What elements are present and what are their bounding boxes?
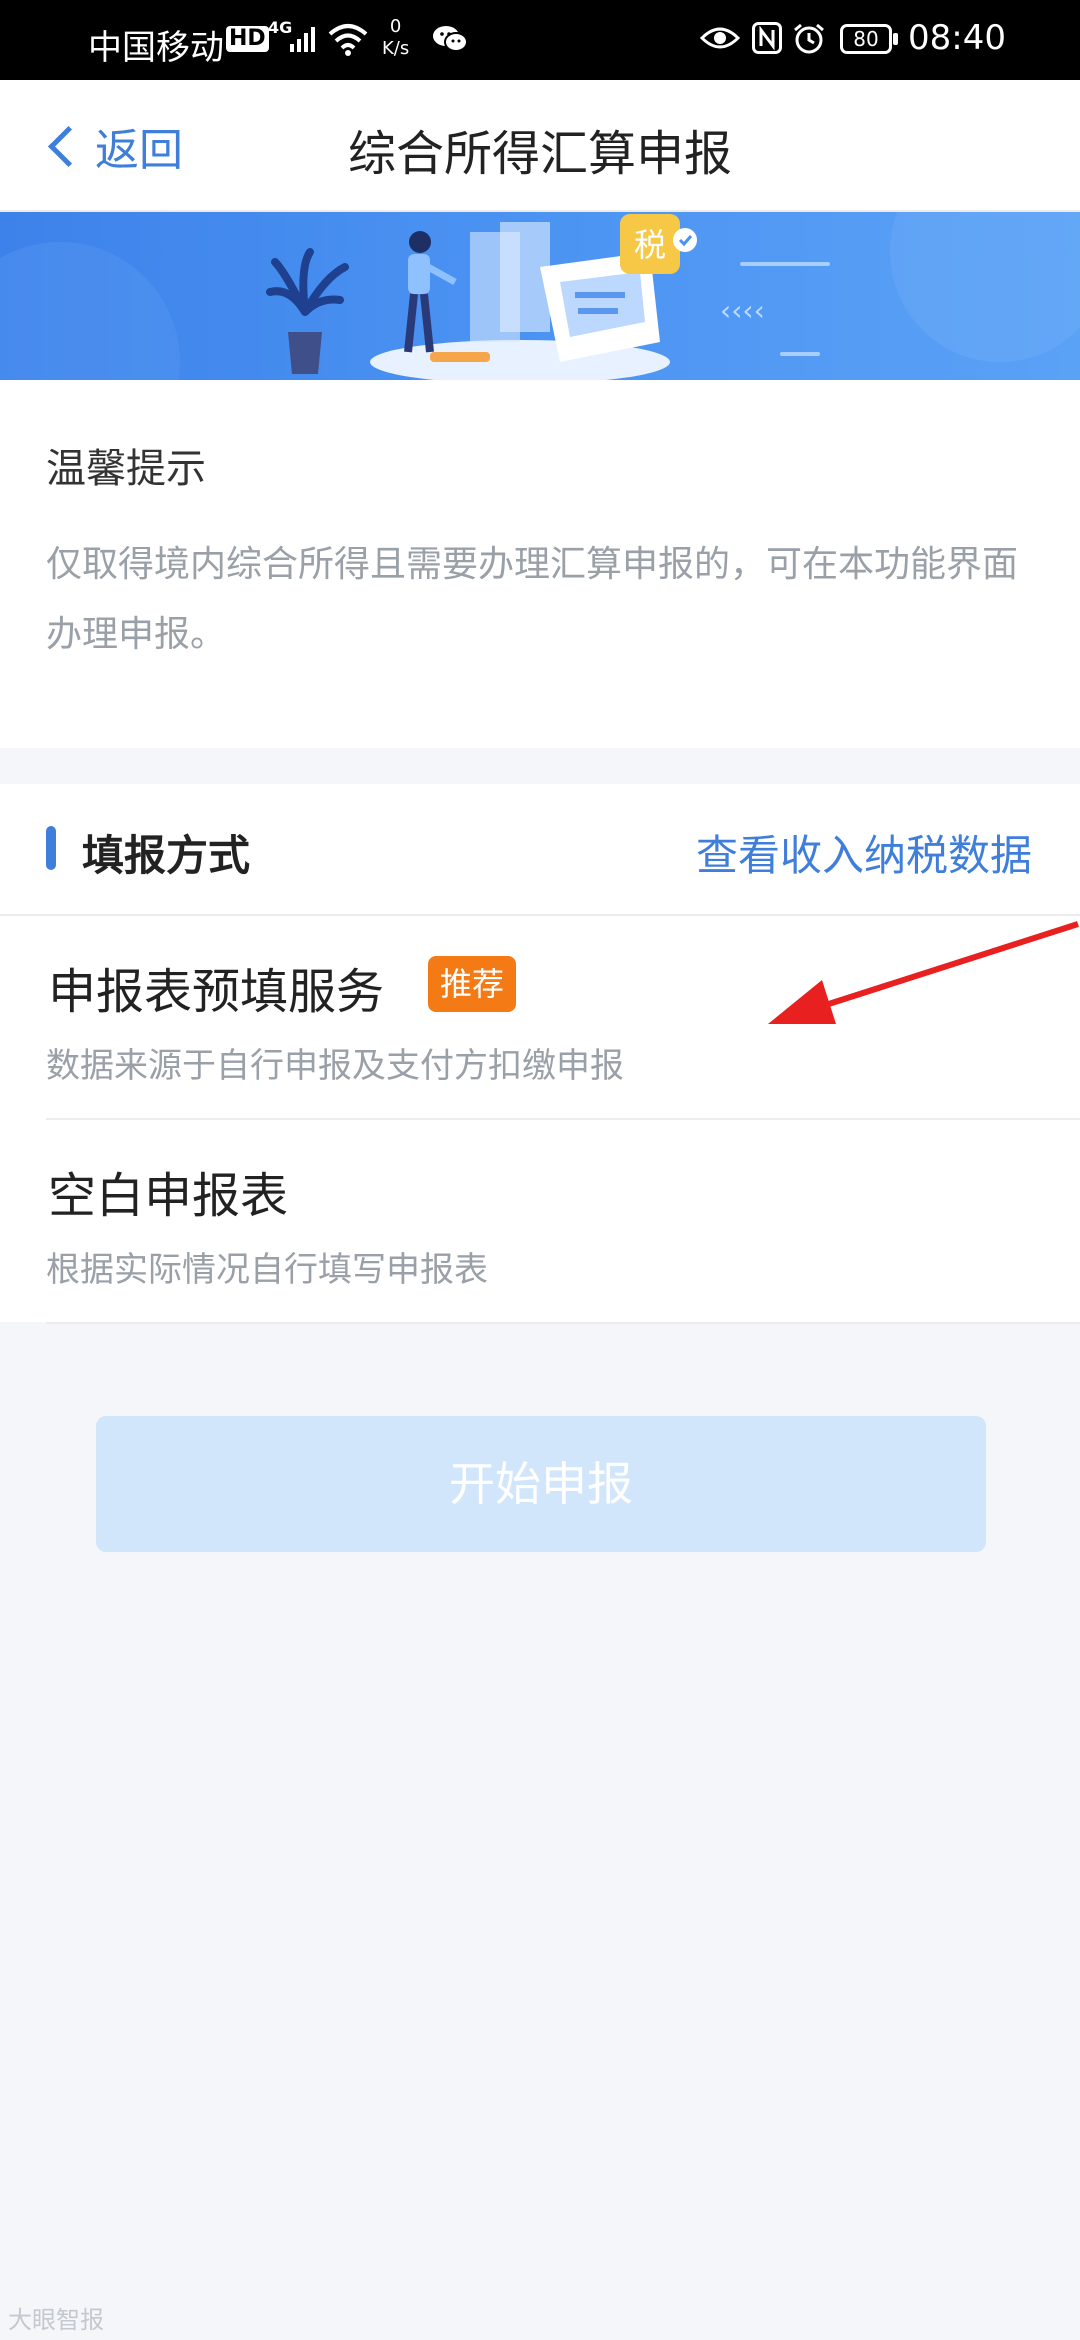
tips-body: 仅取得境内综合所得且需要办理汇算申报的，可在本功能界面办理申报。 — [46, 544, 1019, 655]
network-speed: 0 K/s — [382, 16, 409, 60]
signal-icon — [290, 27, 315, 52]
hd-badge: HD — [226, 26, 269, 52]
option-description: 根据实际情况自行填写申报表 — [46, 1250, 488, 1290]
option-blank-form[interactable]: 空白申报表 根据实际情况自行填写申报表 — [0, 1120, 1080, 1324]
tax-badge-icon: 税 — [620, 214, 697, 274]
recommended-badge: 推荐 — [428, 956, 517, 1012]
speed-unit: K/s — [382, 38, 410, 59]
divider — [46, 1322, 1080, 1324]
methods-title: 填报方式 — [82, 831, 251, 880]
option-title: 申报表预填服务 — [48, 964, 385, 1020]
banner-illustration: 税 ‹‹‹‹ — [0, 212, 1080, 380]
view-income-tax-data-link[interactable]: 查看收入纳税数据 — [696, 822, 1032, 883]
annotation-arrow-icon — [768, 921, 1079, 1024]
status-bar: 中国移动 HD 4G 0 K/s 80 08:40 — [0, 0, 1080, 80]
battery-indicator: 80 — [840, 24, 892, 54]
person-figure — [404, 231, 457, 353]
clock: 08:40 — [908, 18, 1006, 58]
wifi-icon — [328, 24, 368, 56]
plant-icon — [266, 248, 349, 374]
filing-methods-section: 填报方式 查看收入纳税数据 申报表预填服务 推荐 数据来源于自行申报及支付方扣缴… — [0, 784, 1080, 1324]
eye-comfort-icon — [700, 27, 740, 49]
option-description: 数据来源于自行申报及支付方扣缴申报 — [46, 1046, 624, 1086]
start-filing-button[interactable]: 开始申报 — [96, 1416, 986, 1552]
nfc-icon — [752, 22, 782, 54]
section-accent-bar — [46, 826, 56, 870]
page-title: 综合所得汇算申报 — [347, 126, 732, 182]
wechat-icon — [433, 26, 468, 52]
tax-badge-text: 税 — [634, 226, 666, 264]
network-type: 4G — [268, 18, 293, 37]
alarm-icon — [794, 23, 824, 54]
banner-artwork: 税 ‹‹‹‹ — [0, 212, 1080, 380]
navigation-bar: 返回 综合所得汇算申报 — [0, 80, 1080, 212]
svg-text:‹‹‹‹: ‹‹‹‹ — [720, 294, 765, 327]
tips-title: 温馨提示 — [46, 446, 206, 492]
option-title: 空白申报表 — [48, 1168, 289, 1224]
methods-header: 填报方式 查看收入纳税数据 — [0, 784, 1080, 916]
battery-tip — [893, 33, 898, 45]
speed-value: 0 — [389, 16, 402, 37]
watermark: 大眼智报 — [8, 2306, 104, 2334]
carrier-name: 中国移动 — [88, 28, 224, 68]
tips-section: 温馨提示 仅取得境内综合所得且需要办理汇算申报的，可在本功能界面办理申报。 — [0, 380, 1080, 748]
